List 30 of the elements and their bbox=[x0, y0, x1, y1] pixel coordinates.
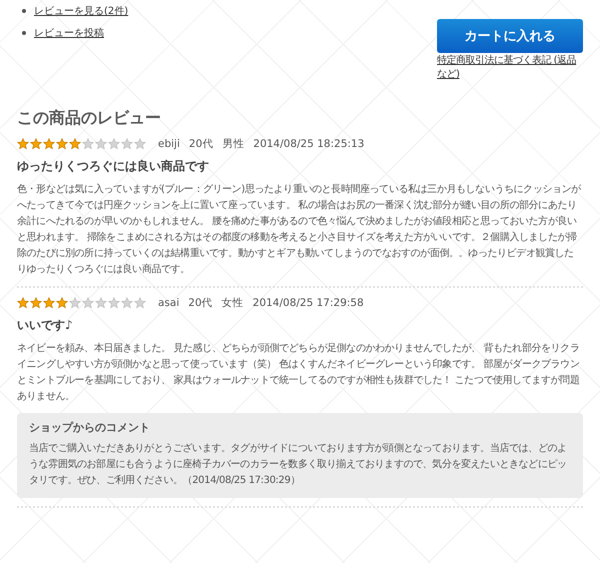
star-filled-icon bbox=[17, 297, 29, 309]
review-link[interactable]: レビューを見る(2件) bbox=[34, 4, 128, 18]
section-title: この商品のレビュー bbox=[17, 108, 162, 129]
review-title: ゆったりくつろぐには良い商品です bbox=[17, 158, 210, 175]
star-filled-icon bbox=[17, 138, 29, 150]
add-to-cart-button[interactable]: カートに入れる bbox=[437, 19, 583, 53]
review-text: 色・形などは気に入っていますが(ブルー：グリーン)思ったより重いのと長時間座っている私は三か月もしないうちにクッションがへたってきて今では円座クッションを上に置いて座っています。 私の場合はお尻の一番深く沈む部分が縫い目の所の部分にあたり余計にへたれるのが早いのかもしれません。 腰を痛めた事があるので色々悩んで決めましたがお値段相応と思っておいた方が良いと思われます。 掃除をこまめにされる方はその都度の移動を考えると小さ目サイズを考えた方がいいです。２個購入しましたが掃除のたびに別の所に持っていくのは結構重いです。動かすとギアも動いてしまうのでなおすのが面倒。。ゆったりビデオ観賞したりゆったりくつろぐには良い商品です。 bbox=[17, 182, 582, 277]
star-filled-icon bbox=[43, 138, 55, 150]
reviewer-age: 20代 bbox=[188, 296, 213, 310]
reviewer-gender: 女性 bbox=[222, 296, 244, 310]
bullet-icon bbox=[22, 31, 26, 35]
star-filled-icon bbox=[56, 297, 68, 309]
reviewer-name: asai bbox=[158, 297, 180, 309]
review-text: ネイビーを頼み、本日届きました。 見た感じ、どちらが頭側でどちらが足側なのかわかりませんでしたが、 背もたれ部分をリクライニングしやすい方が頭側かなと思って使っています（笑） 色はくすんだネイビーグレーという印象です。 部屋がダークブラウンとミントブルーを基調にしており、 家具はウォールナットで統一してるのですが相性も抜群でした！ こたつで使用してますが問題ありません。 bbox=[17, 342, 580, 404]
review-date: 2014/08/25 17:29:58 bbox=[252, 297, 364, 309]
comment-text: 当店でご購入いただきありがとうございます。タグがサイドについております方が頭側となっております。当店では、どのような雰囲気のお部屋にも合うように座椅子カバーのカラーを数多く取り揃えておりますので、気分を変えたいときなどにピッタリです。ぜひ、ご利用ください。（2014/08/25 17:30:29） bbox=[29, 442, 568, 488]
reviewer-gender: 男性 bbox=[222, 137, 244, 151]
review-title: いいです♪ bbox=[17, 317, 74, 334]
review-link[interactable]: レビューを投稿 bbox=[34, 26, 104, 40]
star-filled-icon bbox=[30, 297, 42, 309]
bullet-icon bbox=[22, 9, 26, 13]
star-filled-icon bbox=[56, 138, 68, 150]
legal-notice-link[interactable]: 特定商取引法に基づく表記 (返品など) bbox=[437, 54, 583, 82]
star-filled-icon bbox=[43, 297, 55, 309]
review-date: 2014/08/25 18:25:13 bbox=[253, 138, 364, 150]
reviewer-name: ebiji bbox=[158, 138, 180, 150]
star-filled-icon bbox=[30, 138, 42, 150]
comment-heading: ショップからのコメント bbox=[29, 420, 151, 435]
star-filled-icon bbox=[69, 138, 81, 150]
reviewer-age: 20代 bbox=[188, 137, 214, 151]
